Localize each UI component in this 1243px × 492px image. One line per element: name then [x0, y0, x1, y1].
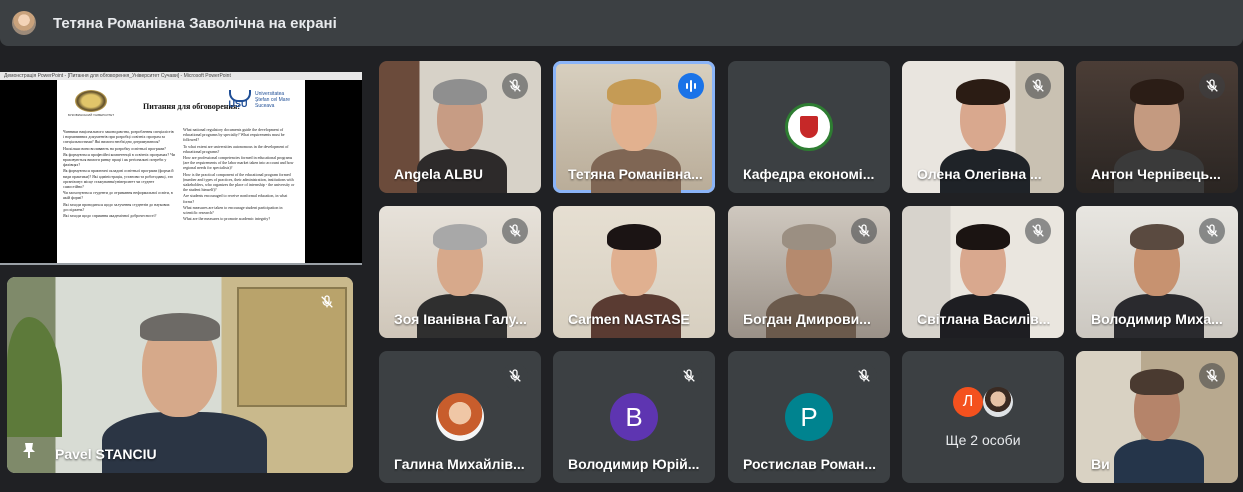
participant-tile[interactable]: Богдан Дмирови...	[728, 206, 890, 338]
participant-avatar: Л	[953, 387, 983, 417]
slide-right-item: What national regulatory documents guide…	[183, 127, 285, 143]
participant-tile[interactable]: Тетяна Романівна...	[553, 61, 715, 193]
slide-right-item: What measures are taken to encourage stu…	[183, 204, 283, 216]
presenter-avatar	[12, 11, 36, 35]
participant-name: Pavel STANCIU	[55, 446, 157, 462]
participant-name: Ростислав Роман...	[743, 456, 877, 472]
mic-off-icon	[314, 289, 340, 315]
presentation-banner-title: Тетяна Романівна Заволічна на екрані	[53, 15, 337, 32]
slide-right-item: What are the measures to promote academi…	[183, 216, 271, 222]
mic-off-icon	[851, 218, 877, 244]
university-logo-left	[75, 90, 107, 112]
participant-avatar	[983, 387, 1013, 417]
slide-left-column: Чинники національного законодавства, роз…	[63, 129, 175, 219]
participant-name: Олена Олегівна ...	[917, 166, 1042, 182]
participant-tile[interactable]: Світлана Василів...	[902, 206, 1064, 338]
mic-off-icon	[1199, 363, 1225, 389]
participant-name: Світлана Василів...	[917, 311, 1051, 327]
participant-tile[interactable]: В Володимир Юрій...	[553, 351, 715, 483]
participant-tile-pavel-stanciu[interactable]: Pavel STANCIU	[7, 277, 353, 473]
mic-off-icon	[1199, 73, 1225, 99]
slide-right-item: How is the practical component of the ed…	[183, 171, 295, 193]
participant-name: Антон Чернівець...	[1091, 166, 1221, 182]
participant-name: Ви	[1091, 456, 1110, 472]
slide-left-item: Чи заохочуються студенти до отримання не…	[63, 190, 173, 201]
slide-right-item: How are professional competencies formed…	[183, 155, 294, 171]
mic-off-icon	[1025, 218, 1051, 244]
slide-right-column: What national regulatory documents guide…	[183, 127, 295, 222]
slide-right-item: Are students encouraged to receive nonfo…	[183, 193, 288, 204]
overflow-participants-label: Ще 2 особи	[945, 432, 1021, 448]
usu-logo: USU	[227, 90, 251, 110]
participant-name: Зоя Іванівна Галу...	[394, 311, 527, 327]
slide-left-item: Як формуються практичні складові освітнь…	[63, 168, 174, 190]
participant-name: Богдан Дмирови...	[743, 311, 871, 327]
participant-avatar: Р	[785, 393, 833, 441]
mic-off-icon	[1199, 218, 1225, 244]
participant-name: Галина Михайлів...	[394, 456, 525, 472]
participant-tile[interactable]: Л Ще 2 особи	[902, 351, 1064, 483]
presentation-slide: БУКОВИНСЬКИЙ УНІВЕРСИТЕТ Питання для обг…	[57, 80, 305, 263]
participant-tile[interactable]: Володимир Миха...	[1076, 206, 1238, 338]
participant-tile[interactable]: Олена Олегівна ...	[902, 61, 1064, 193]
university-name: Universitatea Ştefan cel Mare Suceava	[255, 91, 291, 109]
slide-left-item: Наскільки вони впливають на розробку осв…	[63, 145, 166, 151]
participant-avatar	[436, 393, 484, 441]
participant-name: Тетяна Романівна...	[568, 166, 703, 182]
participant-video	[7, 277, 353, 473]
participant-avatar: В	[610, 393, 658, 441]
participant-name: Володимир Миха...	[1091, 311, 1223, 327]
participant-tile[interactable]: Антон Чернівець...	[1076, 61, 1238, 193]
slide-left-item: Які заходи щодо сприяння академічної доб…	[63, 213, 157, 219]
mic-off-icon	[502, 218, 528, 244]
participant-name: Angela ALBU	[394, 166, 483, 182]
participant-tile[interactable]: Р Ростислав Роман...	[728, 351, 890, 483]
logo-left-caption: БУКОВИНСЬКИЙ УНІВЕРСИТЕТ	[67, 113, 115, 117]
participant-tile[interactable]: Зоя Іванівна Галу...	[379, 206, 541, 338]
mic-off-icon	[1025, 73, 1051, 99]
slide-right-item: To what extent are universities autonomo…	[183, 143, 289, 154]
slide-left-item: Які заходи проводяться щодо залучення ст…	[63, 201, 170, 212]
pin-icon[interactable]	[22, 442, 36, 458]
speaking-indicator-icon	[678, 73, 704, 99]
participant-name: Володимир Юрій...	[568, 456, 700, 472]
department-logo	[785, 103, 833, 151]
slide-left-item: Чинники національного законодавства, роз…	[63, 129, 174, 145]
shared-window-statusbar	[0, 263, 362, 265]
mic-off-icon	[502, 363, 528, 389]
participant-name: Кафедра економі...	[743, 166, 875, 182]
presentation-banner: Тетяна Романівна Заволічна на екрані	[0, 0, 1243, 46]
shared-window-title: Демонстрація PowerPoint - [Питання для о…	[0, 72, 362, 80]
shared-screen[interactable]: Демонстрація PowerPoint - [Питання для о…	[0, 72, 362, 265]
mic-off-icon	[851, 363, 877, 389]
participant-tile[interactable]: Галина Михайлів...	[379, 351, 541, 483]
slide-left-item: Як формуються професійні компетенції в о…	[63, 151, 175, 168]
mic-off-icon	[676, 363, 702, 389]
participant-tile[interactable]: Carmen NASTASE	[553, 206, 715, 338]
participant-tile[interactable]: Ви	[1076, 351, 1238, 483]
participant-tile[interactable]: Кафедра економі...	[728, 61, 890, 193]
slide-title: Питання для обговорення:	[143, 102, 240, 111]
participant-tile[interactable]: Angela ALBU	[379, 61, 541, 193]
participant-name: Carmen NASTASE	[568, 311, 690, 327]
mic-off-icon	[502, 73, 528, 99]
